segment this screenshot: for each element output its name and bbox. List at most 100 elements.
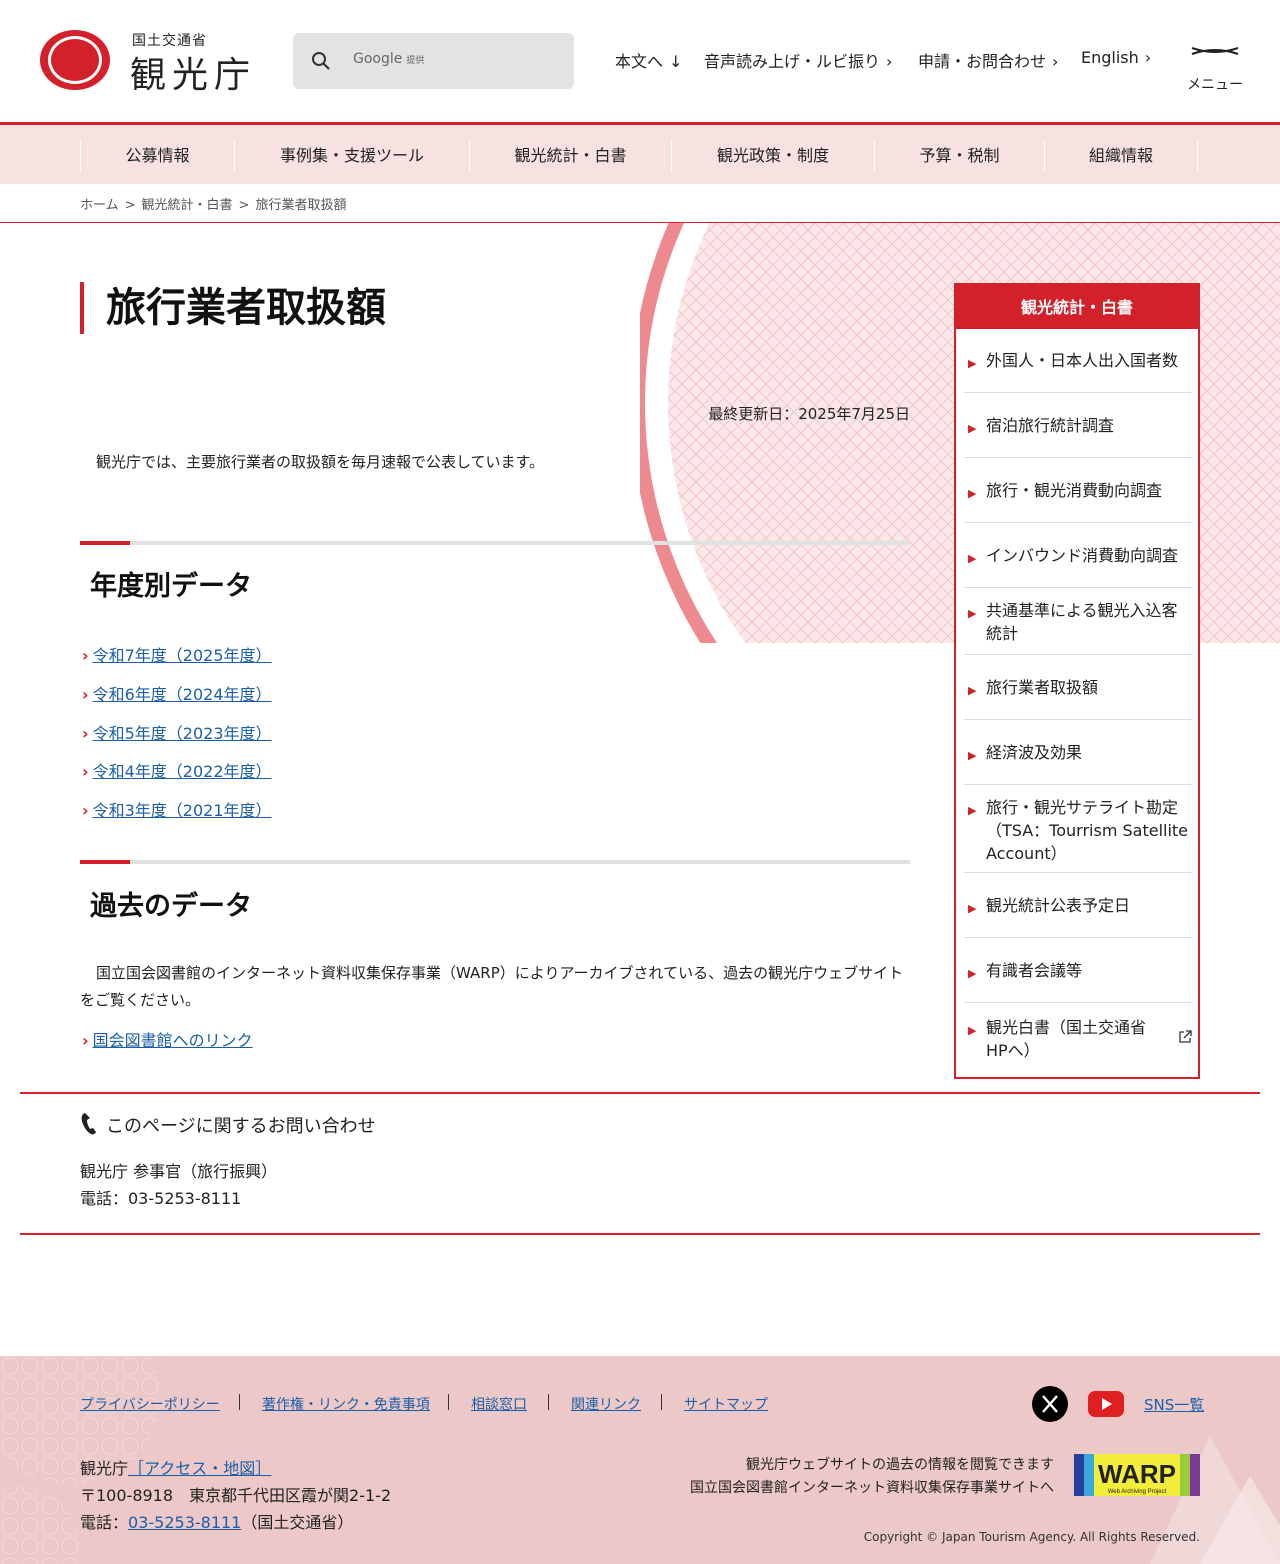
gnav-item-statistics[interactable]: 観光統計・白書 — [469, 141, 671, 171]
external-link-icon — [1179, 1030, 1192, 1043]
breadcrumb-home[interactable]: ホーム — [80, 198, 119, 213]
search-input[interactable]: Google 提供 — [353, 51, 424, 67]
sidebar-item-lodging[interactable]: ▶ 宿泊旅行統計調査 — [964, 394, 1192, 458]
year-link-r3[interactable]: › 令和3年度（2021年度） — [82, 797, 272, 821]
contact-org: 観光庁 参事官（旅行振興） — [80, 1162, 278, 1181]
sidebar-item-economic-effect[interactable]: ▶ 経済波及効果 — [964, 721, 1192, 785]
section-title-yearly: 年度別データ — [90, 571, 252, 602]
sns-list-link[interactable]: SNS一覧 — [1144, 1394, 1204, 1415]
sidebar-item-inbound[interactable]: ▶ インバウンド消費動向調査 — [964, 524, 1192, 588]
gnav-item-budget[interactable]: 予算・税制 — [874, 141, 1044, 171]
breadcrumb-separator: > — [238, 198, 250, 213]
logo-mark-icon — [40, 30, 110, 90]
sidebar-item-schedule[interactable]: ▶ 観光統計公表予定日 — [964, 874, 1192, 938]
warp-logo-text: WARP — [1098, 1459, 1176, 1489]
year-link-r5[interactable]: › 令和5年度（2023年度） — [82, 720, 272, 744]
lead-text: 観光庁では、主要旅行業者の取扱額を毎月速報で公表しています。 — [96, 453, 545, 471]
contact-divider — [20, 1092, 1260, 1094]
contact-tel: 電話：03-5253-8111 — [80, 1189, 242, 1208]
sidebar-item-white-paper[interactable]: ▶ 観光白書（国土交通省HPへ） — [964, 1004, 1192, 1076]
footer-address: 〒100-8918 東京都千代田区霞が関2-1-2 — [80, 1486, 392, 1505]
footer-org: 観光庁［アクセス・地図］ — [80, 1459, 272, 1478]
year-link-r4[interactable]: › 令和4年度（2022年度） — [82, 758, 272, 782]
search-box[interactable]: Google 提供 — [293, 33, 574, 89]
sidebar-item-consumption[interactable]: ▶ 旅行・観光消費動向調査 — [964, 459, 1192, 523]
footer-link-privacy[interactable]: プライバシーポリシー — [80, 1394, 220, 1414]
year-link-r7[interactable]: › 令和7年度（2025年度） — [82, 642, 272, 666]
breadcrumb: ホーム > 観光統計・白書 > 旅行業者取扱額 — [80, 194, 346, 213]
triangle-right-icon: ▶ — [968, 357, 977, 370]
triangle-right-icon: ▶ — [968, 1024, 977, 1037]
year-link-r6[interactable]: › 令和6年度（2024年度） — [82, 681, 272, 705]
chevron-right-icon: › — [82, 724, 89, 743]
gnav-divider — [1197, 141, 1198, 171]
section-title-past: 過去のデータ — [90, 891, 252, 922]
sidebar-item-expert-meeting[interactable]: ▶ 有識者会議等 — [964, 939, 1192, 1003]
section-divider — [80, 860, 910, 864]
youtube-icon[interactable] — [1088, 1391, 1124, 1417]
sidebar-title[interactable]: 観光統計・白書 — [956, 285, 1198, 329]
gnav-item-case-studies[interactable]: 事例集・支援ツール — [234, 141, 469, 171]
footer-tel-link[interactable]: 03-5253-8111 — [128, 1513, 241, 1532]
access-map-link[interactable]: ［アクセス・地図］ — [128, 1459, 271, 1478]
triangle-right-icon: ▶ — [968, 487, 977, 500]
chevron-right-icon: › — [82, 1031, 89, 1050]
breadcrumb-current: 旅行業者取扱額 — [255, 198, 347, 213]
chevron-right-icon: › — [82, 801, 89, 820]
footer-separator — [548, 1394, 549, 1410]
menu-icon — [1191, 47, 1239, 55]
triangle-right-icon: ▶ — [968, 967, 977, 980]
warp-description[interactable]: 観光庁ウェブサイトの過去の情報を閲覧できます 国立国会図書館インターネット資料収集… — [690, 1454, 1054, 1500]
copyright: Copyright © Japan Tourism Agency. All Ri… — [863, 1530, 1200, 1544]
skip-to-content-link[interactable]: 本文へ ↓ — [615, 48, 682, 72]
global-nav: 公募情報 事例集・支援ツール 観光統計・白書 観光政策・制度 予算・税制 組織情… — [0, 122, 1280, 184]
site-logo[interactable]: 国土交通省 観光庁 — [38, 28, 268, 96]
footer-tel: 電話：03-5253-8111（国土交通省） — [80, 1513, 354, 1532]
site-header: 国土交通省 観光庁 Google 提供 本文へ ↓ 音声読み上げ・ルビ振り › 申請・… — [0, 0, 1280, 122]
sidebar-item-tsa[interactable]: ▶ 旅行・観光サテライト勘定（TSA：Tourrism Satellite Acc… — [964, 786, 1192, 873]
triangle-right-icon: ▶ — [968, 552, 977, 565]
triangle-right-icon: ▶ — [968, 422, 977, 435]
speech-ruby-link[interactable]: 音声読み上げ・ルビ振り › — [704, 48, 892, 72]
chevron-right-icon: › — [1144, 48, 1152, 67]
gnav-item-public-offering[interactable]: 公募情報 — [80, 141, 234, 171]
gnav-item-organization[interactable]: 組織情報 — [1044, 141, 1197, 171]
logo-title: 観光庁 — [130, 55, 257, 96]
footer-separator — [661, 1394, 662, 1410]
gnav-item-policy[interactable]: 観光政策・制度 — [671, 141, 874, 171]
search-icon[interactable] — [311, 51, 331, 71]
application-contact-link[interactable]: 申請・お問合わせ › — [918, 48, 1058, 72]
ndl-link[interactable]: › 国会図書館へのリンク — [82, 1027, 253, 1051]
sidebar-item-visitors[interactable]: ▶ 共通基準による観光入込客統計 — [964, 589, 1192, 655]
footer-separator — [448, 1394, 449, 1410]
chevron-right-icon: › — [82, 685, 89, 704]
phone-icon — [81, 1113, 96, 1135]
site-footer: プライバシーポリシー 著作権・リンク・免責事項 相談窓口 関連リンク サイトマッ… — [0, 1356, 1280, 1564]
triangle-right-icon: ▶ — [968, 902, 977, 915]
triangle-right-icon: ▶ — [968, 804, 977, 817]
footer-link-copyright[interactable]: 著作権・リンク・免責事項 — [262, 1394, 430, 1414]
play-icon — [1102, 1398, 1112, 1410]
sidebar-item-immigration[interactable]: ▶ 外国人・日本人出入国者数 — [964, 329, 1192, 393]
breadcrumb-statistics[interactable]: 観光統計・白書 — [142, 198, 233, 213]
footer-link-consultation[interactable]: 相談窓口 — [471, 1394, 527, 1414]
contact-title: このページに関するお問い合わせ — [106, 1116, 376, 1137]
triangle-right-icon: ▶ — [968, 607, 977, 620]
page-title: 旅行業者取扱額 — [80, 282, 386, 334]
breadcrumb-separator: > — [124, 198, 136, 213]
menu-button[interactable]: メニュー — [1186, 40, 1244, 94]
footer-separator — [239, 1394, 240, 1410]
arrow-down-icon: ↓ — [669, 52, 683, 71]
warp-logo[interactable]: WARP Web Archiving Project — [1074, 1454, 1200, 1496]
english-link[interactable]: English › — [1081, 48, 1151, 67]
chevron-right-icon: › — [82, 646, 89, 665]
footer-link-related[interactable]: 関連リンク — [571, 1394, 641, 1414]
triangle-right-icon: ▶ — [968, 684, 977, 697]
footer-link-sitemap[interactable]: サイトマップ — [684, 1394, 768, 1414]
chevron-right-icon: › — [1052, 52, 1059, 71]
last-updated: 最終更新日：2025年7月25日 — [708, 405, 910, 423]
x-icon[interactable] — [1032, 1386, 1068, 1422]
contact-divider — [20, 1233, 1260, 1235]
sidebar-item-travel-agency[interactable]: ▶ 旅行業者取扱額 — [964, 656, 1192, 720]
past-data-text: 国立国会図書館のインターネット資料収集保存事業（WARP）によりアーカイブされて… — [80, 964, 904, 1009]
